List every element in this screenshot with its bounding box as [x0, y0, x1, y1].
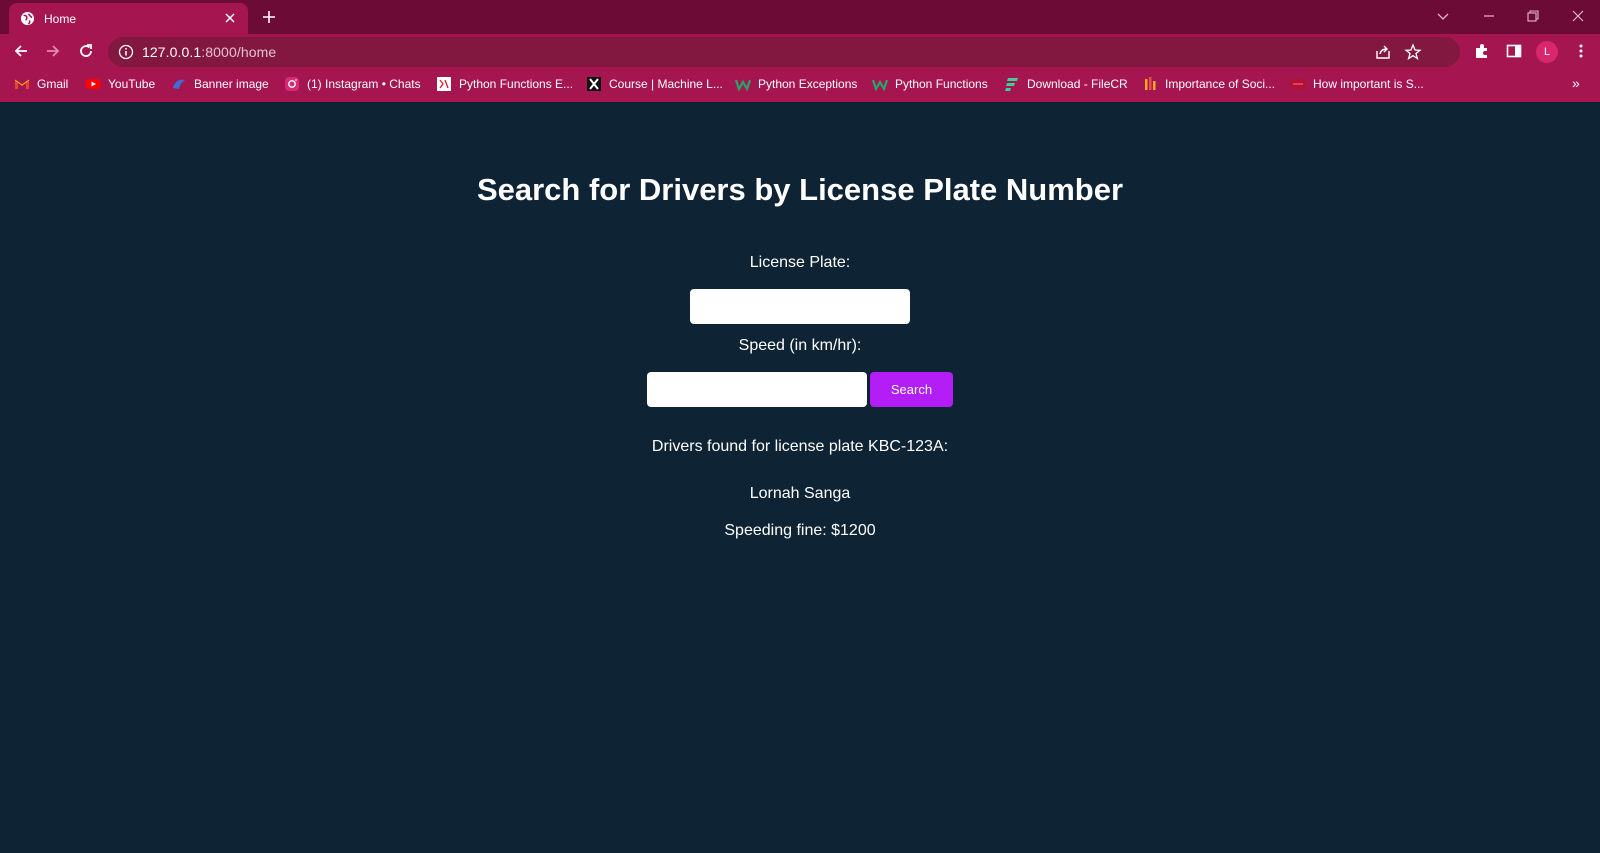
bookmark-how-important-is-s[interactable]: How important is S... — [1290, 75, 1424, 93]
red-box-icon — [1291, 79, 1305, 89]
bookmark-python-exceptions[interactable]: Python Exceptions — [735, 75, 857, 93]
search-button[interactable]: Search — [870, 372, 953, 407]
license-plate-input[interactable] — [690, 289, 910, 324]
browser-toolbar: 127.0.0.1:8000/home L — [0, 34, 1600, 68]
w-icon — [735, 79, 751, 92]
speeding-fine: Speeding fine: $1200 — [724, 522, 876, 539]
browser-chrome: Home 127.0.0.1:8000/home L Gmail YouTube… — [0, 0, 1600, 102]
speed-label: Speed (in km/hr): — [738, 337, 862, 354]
url-host: 127.0.0.1 — [142, 44, 202, 60]
tab-search-icon[interactable] — [1434, 7, 1452, 25]
close-icon[interactable] — [223, 11, 237, 25]
extensions-icon[interactable] — [1473, 42, 1491, 60]
profile-avatar[interactable]: L — [1536, 41, 1558, 63]
speed-input[interactable] — [647, 372, 867, 407]
bookmark-label: YouTube — [108, 77, 156, 91]
back-arrow-icon[interactable] — [12, 42, 30, 60]
reload-icon[interactable] — [77, 42, 95, 60]
window-close-icon[interactable] — [1569, 7, 1587, 25]
info-icon[interactable] — [118, 44, 134, 60]
tab-strip: Home — [0, 0, 1600, 34]
bookmark-youtube[interactable]: YouTube — [85, 75, 155, 93]
python-doc-icon — [437, 77, 451, 91]
bookmark-label: Python Functions — [895, 77, 988, 91]
bookmark-python-functions-e[interactable]: Python Functions E... — [436, 75, 573, 93]
bookmark-gmail[interactable]: Gmail — [14, 75, 68, 93]
bookmark-label: Python Functions E... — [459, 77, 574, 91]
bars-icon — [1145, 77, 1156, 90]
bookmark-label: Course | Machine L... — [609, 77, 723, 91]
banner-icon — [173, 79, 185, 89]
bookmark-download-filecr[interactable]: Download - FileCR — [1004, 75, 1128, 93]
page-content: Search for Drivers by License Plate Numb… — [0, 102, 1600, 853]
bookmarks-bar: Gmail YouTube Banner image (1) Instagram… — [0, 68, 1600, 100]
side-panel-icon[interactable] — [1505, 42, 1523, 60]
forward-arrow-icon[interactable] — [44, 42, 62, 60]
new-tab-icon[interactable] — [260, 8, 278, 26]
bookmark-python-functions[interactable]: Python Functions — [872, 75, 988, 93]
page-title: Search for Drivers by License Plate Numb… — [476, 172, 1124, 207]
globe-icon — [20, 11, 35, 26]
menu-dots-icon[interactable] — [1572, 42, 1590, 60]
bookmark-label: Python Exceptions — [758, 77, 858, 91]
results-title: Drivers found for license plate KBC-123A… — [651, 438, 949, 455]
url-path: :8000/home — [201, 44, 277, 60]
bookmark-label: Banner image — [194, 77, 269, 91]
tab-title: Home — [44, 12, 77, 26]
bookmark-banner-image[interactable]: Banner image — [171, 75, 269, 93]
gmail-icon — [14, 79, 30, 89]
tab-home[interactable]: Home — [9, 3, 248, 34]
bookmark-course-machine-l[interactable]: Course | Machine L... — [586, 75, 723, 93]
bookmark-instagram[interactable]: (1) Instagram • Chats — [284, 75, 421, 93]
filecr-icon — [1005, 78, 1018, 91]
bookmark-label: How important is S... — [1313, 77, 1424, 91]
minimize-icon[interactable] — [1480, 7, 1498, 25]
x-icon — [587, 77, 601, 91]
url-text[interactable]: 127.0.0.1:8000/home — [142, 44, 276, 60]
share-icon[interactable] — [1374, 43, 1392, 61]
instagram-icon — [285, 77, 299, 91]
youtube-icon — [85, 79, 101, 89]
bookmark-star-icon[interactable] — [1404, 43, 1422, 61]
w-icon — [872, 79, 888, 92]
restore-icon[interactable] — [1524, 7, 1542, 25]
bookmark-label: (1) Instagram • Chats — [307, 77, 421, 91]
driver-name: Lornah Sanga — [749, 485, 851, 502]
address-bar[interactable]: 127.0.0.1:8000/home — [108, 37, 1460, 67]
bookmark-label: Gmail — [37, 77, 69, 91]
bookmark-label: Download - FileCR — [1027, 77, 1128, 91]
more-bookmarks-icon[interactable]: » — [1572, 75, 1580, 91]
bookmark-label: Importance of Soci... — [1165, 77, 1276, 91]
bookmark-importance-of-soci[interactable]: Importance of Soci... — [1142, 75, 1275, 93]
license-plate-label: License Plate: — [749, 254, 851, 271]
